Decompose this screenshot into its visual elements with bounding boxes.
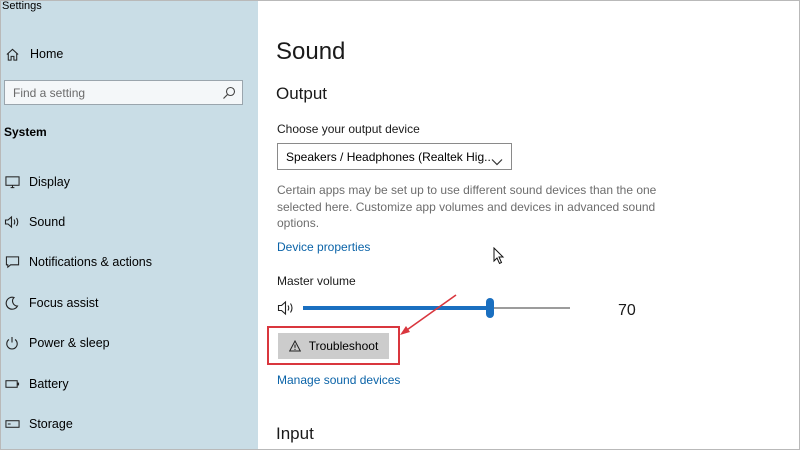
sidebar-item-label: Battery [29,377,69,391]
troubleshoot-button[interactable]: Troubleshoot [278,333,389,359]
sidebar-item-label: Display [29,175,70,189]
manage-sound-devices-link[interactable]: Manage sound devices [277,373,400,387]
speaker-icon[interactable] [277,300,297,316]
sidebar-item-focus-assist[interactable]: Focus assist [4,293,98,313]
troubleshoot-label: Troubleshoot [308,339,379,353]
volume-row [277,298,302,318]
volume-slider-thumb[interactable] [485,298,494,318]
sidebar-item-label: Notifications & actions [29,255,152,269]
mouse-cursor-icon [493,247,505,265]
sidebar-item-label: Sound [29,215,66,229]
search-icon[interactable] [222,86,236,100]
monitor-icon [4,174,20,190]
sidebar-item-notifications[interactable]: Notifications & actions [4,252,152,272]
search-placeholder: Find a setting [13,85,86,100]
sidebar: Settings Home Find a setting System Disp… [0,0,258,450]
sidebar-item-label: Storage [29,417,73,431]
volume-value: 70 [618,302,636,319]
speaker-icon [4,214,20,230]
output-device-label: Choose your output device [277,122,420,136]
sidebar-item-battery[interactable]: Battery [4,374,69,394]
output-device-dropdown[interactable]: Speakers / Headphones (Realtek Hig... [277,143,512,170]
sidebar-home[interactable]: Home [4,44,63,64]
sidebar-home-label: Home [30,47,64,61]
master-volume-slider[interactable] [303,298,570,318]
sidebar-item-storage[interactable]: Storage [4,414,73,434]
master-volume-label: Master volume [277,274,356,288]
search-input[interactable]: Find a setting [4,80,243,105]
moon-icon [4,295,20,311]
main-content: Sound Output Choose your output device S… [258,0,800,450]
storage-icon [4,416,20,432]
home-icon [4,46,20,62]
output-heading: Output [276,84,328,103]
sidebar-item-sound[interactable]: Sound [4,212,65,232]
battery-icon [4,376,20,392]
sidebar-item-power-sleep[interactable]: Power & sleep [4,333,110,353]
chevron-down-icon [491,153,503,165]
power-icon [4,335,20,351]
volume-slider-fill [303,306,490,310]
warning-icon [288,339,301,352]
notification-icon [4,254,20,270]
sidebar-item-label: Focus assist [29,296,99,310]
sidebar-item-display[interactable]: Display [4,172,70,192]
page-title: Sound [276,38,346,65]
sidebar-item-label: Power & sleep [29,336,110,350]
section-label-system: System [4,125,47,139]
output-device-value: Speakers / Headphones (Realtek Hig... [286,149,491,164]
device-properties-link[interactable]: Device properties [277,240,370,254]
output-description: Certain apps may be set up to use differ… [277,183,657,230]
window-title: Settings [2,0,42,12]
input-heading: Input [276,424,314,443]
